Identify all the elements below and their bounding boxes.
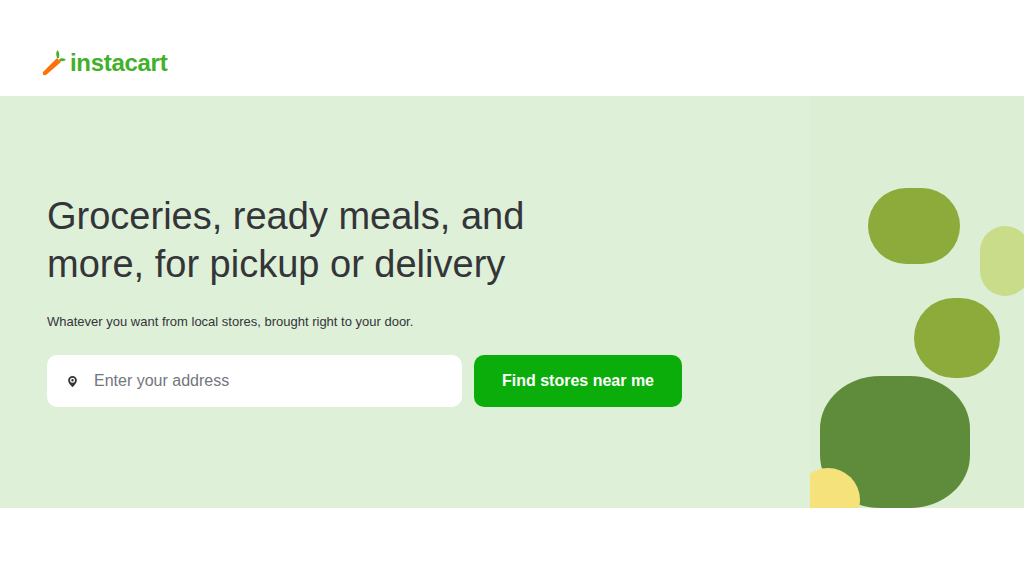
hero-heading-line: Groceries, ready meals, and [47,192,682,240]
hero-subheading: Whatever you want from local stores, bro… [47,314,682,330]
hero-content: Groceries, ready meals, andmore, for pic… [0,96,682,508]
hero: Groceries, ready meals, andmore, for pic… [0,96,1024,508]
carrot-icon [40,49,66,77]
avocado-shape [868,188,960,264]
page: instacart Groceries, ready meals, andmore… [0,0,1024,576]
address-field[interactable] [47,355,462,407]
avocado-shape [914,298,1000,378]
address-form: Find stores near me [47,355,682,407]
grape-shape [980,226,1024,296]
hero-heading-line: more, for pickup or delivery [47,240,682,288]
hero-heading: Groceries, ready meals, andmore, for pic… [47,192,682,288]
address-input[interactable] [94,369,450,393]
logo-text: instacart [70,48,167,78]
hero-image [810,96,1024,508]
find-stores-button[interactable]: Find stores near me [474,355,682,407]
bottom-space [0,508,1024,576]
location-pin-icon [65,374,80,389]
top-bar: instacart [0,0,1024,96]
logo[interactable]: instacart [40,48,167,78]
